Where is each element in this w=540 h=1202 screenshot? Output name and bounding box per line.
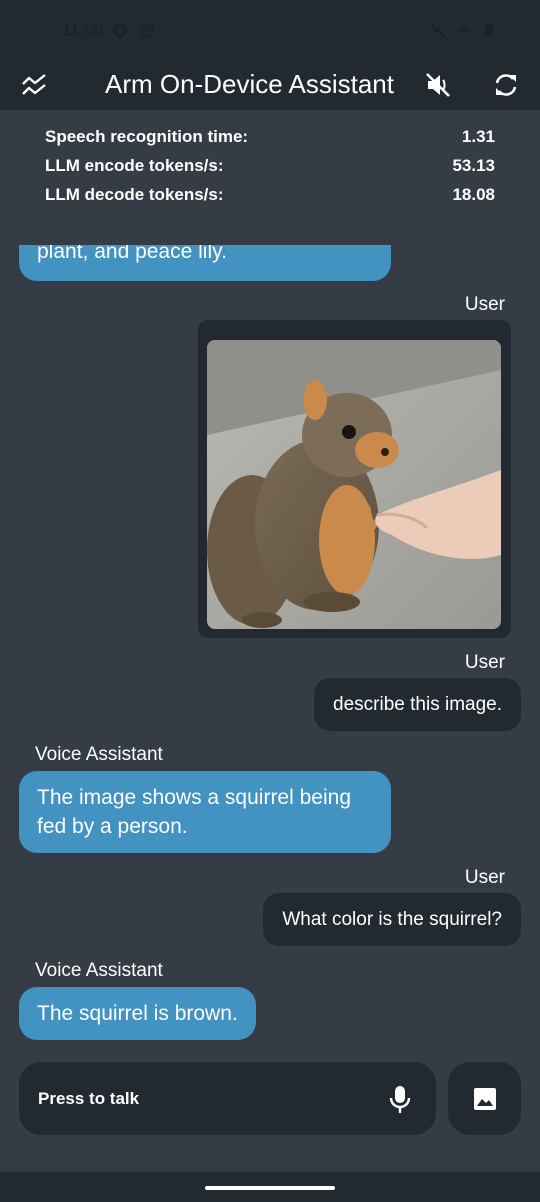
stat-row: LLM encode tokens/s: 53.13 [45,156,495,185]
app-bar: Arm On-Device Assistant [0,60,540,110]
assistant-message-text: The squirrel is brown. [37,1002,238,1025]
status-time: 11:00 [62,20,104,39]
mute-icon [430,22,446,38]
assistant-message: The squirrel is brown. [19,987,256,1040]
press-to-talk-label: Press to talk [38,1089,140,1108]
stat-label: LLM encode tokens/s: [45,156,224,175]
user-message-text: describe this image. [333,693,502,715]
speaker-muted-icon[interactable] [423,70,453,100]
trend-chart-icon[interactable] [19,70,49,100]
status-bar: 11:00 [0,0,540,60]
press-to-talk-button[interactable]: Press to talk [19,1062,436,1135]
user-image-message[interactable] [198,320,511,638]
user-message: What color is the squirrel? [263,893,521,946]
user-message: describe this image. [314,678,521,731]
image-icon [473,1087,496,1110]
stat-label: LLM decode tokens/s: [45,185,224,204]
assistant-label: Voice Assistant [35,960,163,981]
app-title: Arm On-Device Assistant [105,69,394,99]
assistant-message: The image shows a squirrel being fed by … [19,771,391,853]
android-head-icon [113,23,127,37]
performance-stats: Speech recognition time: 1.31 LLM encode… [45,127,495,214]
stat-value: 53.13 [452,156,495,175]
assistant-message-text: plant, and peace lily. [37,245,227,263]
user-label: User [464,652,505,673]
chat-list[interactable]: plant, and peace lily. User User describ… [0,245,540,1055]
refresh-icon[interactable] [491,70,521,100]
gear-icon [139,22,155,38]
user-label: User [464,867,505,888]
stat-value: 18.08 [452,185,495,204]
stat-value: 1.31 [461,127,495,146]
battery-icon [485,22,493,37]
user-message-text: What color is the squirrel? [282,908,502,930]
microphone-icon [389,1086,411,1113]
image-upload-button[interactable] [448,1062,521,1135]
stat-label: Speech recognition time: [45,127,249,146]
squirrel-photo[interactable] [207,340,501,629]
airplane-icon [458,23,470,38]
assistant-message: plant, and peace lily. [19,245,391,281]
stat-row: LLM decode tokens/s: 18.08 [45,185,495,214]
home-handle[interactable] [205,1186,335,1190]
stat-row: Speech recognition time: 1.31 [45,127,495,156]
assistant-label: Voice Assistant [35,744,163,765]
assistant-message-text: The image shows a squirrel being fed by … [37,786,351,838]
user-label: User [464,294,505,315]
navigation-bar [0,1172,540,1202]
